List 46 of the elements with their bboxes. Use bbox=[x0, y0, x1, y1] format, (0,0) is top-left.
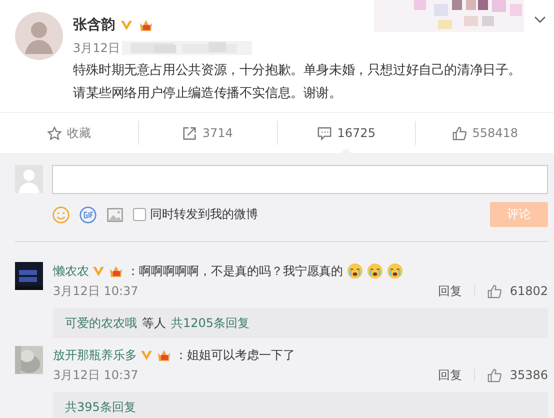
star-icon bbox=[46, 126, 62, 140]
replies-count-link[interactable]: 共395条回复 bbox=[65, 398, 136, 416]
like-count: 35386 bbox=[510, 368, 548, 382]
verified-icon bbox=[140, 350, 153, 360]
share-checkbox[interactable] bbox=[133, 208, 146, 221]
dropdown-icon[interactable] bbox=[534, 16, 546, 24]
vip-icon bbox=[138, 18, 154, 32]
crying-emoji-icon bbox=[387, 263, 403, 279]
verified-icon bbox=[120, 20, 133, 30]
reply-user-link[interactable]: 可爱的农农哦 bbox=[65, 314, 137, 332]
vip-icon bbox=[156, 348, 172, 362]
commenter-name[interactable]: 懒农农 bbox=[53, 262, 89, 280]
comment-icon bbox=[317, 126, 332, 140]
share-label: 同时转发到我的微博 bbox=[150, 206, 258, 223]
default-avatar-icon bbox=[15, 165, 43, 193]
commenter-name[interactable]: 放开那瓶养乐多 bbox=[53, 346, 137, 364]
comment-input[interactable] bbox=[52, 165, 548, 194]
action-button[interactable]: 收藏 bbox=[0, 113, 138, 153]
action-button[interactable]: 16725 bbox=[278, 113, 416, 153]
thumbs-up-icon[interactable] bbox=[486, 368, 502, 382]
like-count: 61802 bbox=[510, 284, 548, 298]
post-text: 特殊时期无意占用公共资源，十分抱歉。单身未婚，只想过好自己的清净日子。 bbox=[73, 62, 522, 80]
author-name[interactable]: 张含韵 bbox=[73, 16, 115, 34]
comment-time: 3月12日 10:37 bbox=[53, 282, 138, 300]
vip-icon bbox=[108, 264, 124, 278]
image-icon[interactable] bbox=[106, 206, 124, 224]
avatar[interactable] bbox=[15, 12, 63, 60]
verified-icon bbox=[92, 266, 105, 276]
share-icon bbox=[182, 126, 198, 140]
post-date[interactable]: 3月12日 bbox=[73, 40, 120, 56]
post-text: 请某些网络用户停止编造传播不实信息。谢谢。 bbox=[73, 85, 343, 103]
reply-link[interactable]: 回复 bbox=[438, 282, 462, 300]
comment-text: ：啊啊啊啊啊，不是真的吗？我宁愿真的 bbox=[127, 262, 343, 280]
reply-link[interactable]: 回复 bbox=[438, 366, 462, 384]
action-button[interactable]: 558418 bbox=[416, 113, 554, 153]
action-button[interactable]: 3714 bbox=[138, 113, 276, 153]
gif-icon[interactable] bbox=[79, 206, 97, 224]
replies-count-link[interactable]: 共1205条回复 bbox=[171, 314, 250, 332]
comment-text: ：姐姐可以考虑一下了 bbox=[175, 346, 295, 364]
crying-emoji-icon bbox=[347, 263, 363, 279]
crying-emoji-icon bbox=[367, 263, 383, 279]
comment-time: 3月12日 10:37 bbox=[53, 366, 138, 384]
thumbs-up-icon bbox=[452, 126, 468, 140]
smiley-icon[interactable] bbox=[52, 206, 70, 224]
thumbs-up-icon[interactable] bbox=[486, 284, 502, 298]
replies-text: 等人 bbox=[142, 314, 166, 332]
